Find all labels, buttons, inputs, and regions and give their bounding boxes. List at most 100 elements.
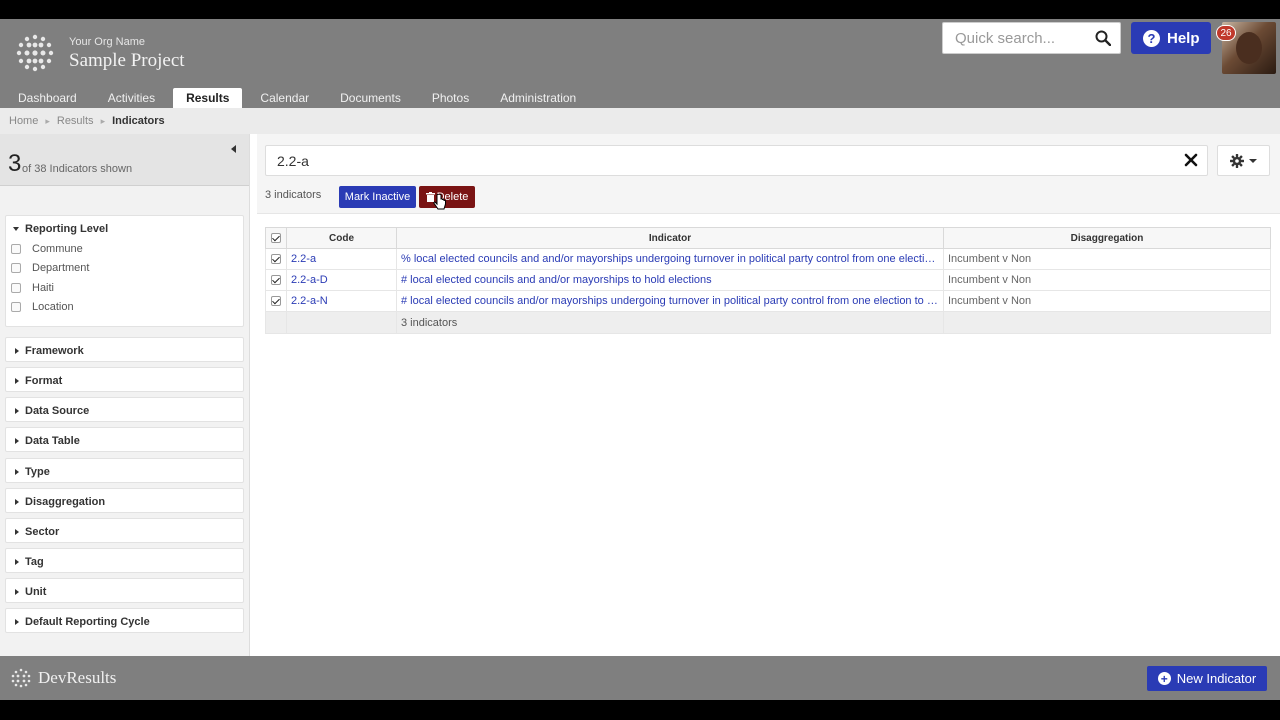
new-indicator-button[interactable]: + New Indicator <box>1147 666 1267 691</box>
checkbox[interactable] <box>11 282 21 293</box>
collapse-sidebar-icon[interactable] <box>231 145 236 153</box>
caret-right-icon <box>15 378 19 384</box>
main-nav: Dashboard Activities Results Calendar Do… <box>0 88 589 108</box>
checkbox[interactable] <box>11 263 21 274</box>
nav-administration[interactable]: Administration <box>487 88 589 108</box>
nav-photos[interactable]: Photos <box>419 88 482 108</box>
checkbox[interactable] <box>11 243 21 254</box>
caret-down-icon <box>13 227 19 231</box>
caret-right-icon <box>15 499 19 505</box>
facet-sector[interactable]: Sector <box>5 518 244 543</box>
indicator-count: 3 <box>8 150 22 177</box>
caret-right-icon <box>15 529 19 535</box>
facet-default-reporting-cycle[interactable]: Default Reporting Cycle <box>5 608 244 633</box>
breadcrumb: Home ▸ Results ▸ Indicators <box>0 108 1280 134</box>
filter-box <box>265 145 1208 176</box>
row-checkbox[interactable] <box>271 275 281 286</box>
caret-right-icon <box>15 438 19 444</box>
breadcrumb-separator-icon: ▸ <box>45 115 50 126</box>
filter-sidebar: 3 of 38 Indicators shown Reporting Level… <box>0 134 250 656</box>
caret-right-icon <box>15 559 19 565</box>
settings-dropdown-button[interactable] <box>1217 145 1270 176</box>
filter-input[interactable] <box>266 146 1166 175</box>
caret-right-icon <box>15 589 19 595</box>
cell-code[interactable]: 2.2-a <box>286 248 397 270</box>
help-button[interactable]: ? Help <box>1131 22 1211 54</box>
facet-data-table[interactable]: Data Table <box>5 427 244 452</box>
facet-type[interactable]: Type <box>5 458 244 483</box>
column-header-indicator[interactable]: Indicator <box>396 227 944 249</box>
select-all-checkbox-cell[interactable] <box>265 227 287 249</box>
table-footer-row: 3 indicators <box>265 311 1271 334</box>
facet-title[interactable]: Reporting Level <box>6 216 243 239</box>
facet-option-location[interactable]: Location <box>6 298 243 318</box>
caret-right-icon <box>15 348 19 354</box>
avatar-face <box>1236 32 1262 64</box>
search-icon[interactable] <box>1095 30 1111 46</box>
cell-indicator[interactable]: # local elected councils and/or mayorshi… <box>396 290 944 312</box>
column-header-code[interactable]: Code <box>286 227 397 249</box>
question-circle-icon: ? <box>1143 29 1160 47</box>
table-row[interactable]: 2.2-a % local elected councils and and/o… <box>265 248 1271 270</box>
new-indicator-label: New Indicator <box>1176 671 1257 686</box>
row-checkbox[interactable] <box>271 254 281 265</box>
table-row[interactable]: 2.2-a-N # local elected councils and/or … <box>265 290 1271 312</box>
devresults-brand: DevResults <box>38 668 117 687</box>
column-header-disaggregation[interactable]: Disaggregation <box>943 227 1271 249</box>
facet-data-source[interactable]: Data Source <box>5 397 244 422</box>
cell-disaggregation: Incumbent v Non <box>943 290 1271 312</box>
facet-option-haiti[interactable]: Haiti <box>6 278 243 298</box>
caret-right-icon <box>15 469 19 475</box>
bottom-bar: DevResults + New Indicator <box>0 656 1280 700</box>
main-content: 3 indicators Mark Inactive Delete Code I <box>257 134 1280 656</box>
gear-icon <box>1230 153 1244 168</box>
row-checkbox-cell[interactable] <box>265 269 287 291</box>
clear-filter-icon[interactable] <box>1184 153 1198 167</box>
hand-cursor-icon <box>433 194 446 210</box>
facet-tag[interactable]: Tag <box>5 548 244 573</box>
caret-down-icon <box>1249 158 1257 163</box>
app-frame: Your Org Name Sample Project ? Help 26 D… <box>0 19 1280 700</box>
globe-logo-icon[interactable] <box>14 32 56 74</box>
row-checkbox-cell[interactable] <box>265 248 287 270</box>
cell-disaggregation: Incumbent v Non <box>943 248 1271 270</box>
nav-results[interactable]: Results <box>173 88 243 108</box>
nav-calendar[interactable]: Calendar <box>247 88 322 108</box>
facet-unit[interactable]: Unit <box>5 578 244 603</box>
nav-documents[interactable]: Documents <box>327 88 414 108</box>
facet-option-commune[interactable]: Commune <box>6 239 243 259</box>
help-label: Help <box>1167 29 1200 47</box>
nav-dashboard[interactable]: Dashboard <box>5 88 90 108</box>
facet-format[interactable]: Format <box>5 367 244 392</box>
breadcrumb-home[interactable]: Home <box>9 115 38 127</box>
caret-right-icon <box>15 619 19 625</box>
mark-inactive-button[interactable]: Mark Inactive <box>339 186 416 208</box>
indicator-count-text: of 38 Indicators shown <box>22 163 133 175</box>
facet-option-department[interactable]: Department <box>6 259 243 279</box>
breadcrumb-current: Indicators <box>112 115 165 127</box>
org-name: Your Org Name <box>69 36 146 48</box>
table-row[interactable]: 2.2-a-D # local elected councils and and… <box>265 269 1271 291</box>
facet-framework[interactable]: Framework <box>5 337 244 362</box>
select-all-checkbox[interactable] <box>271 232 281 243</box>
table-header-row: Code Indicator Disaggregation <box>265 227 1271 249</box>
caret-right-icon <box>15 408 19 414</box>
checkbox[interactable] <box>11 302 21 313</box>
top-header: Your Org Name Sample Project ? Help 26 D… <box>0 19 1280 108</box>
project-name[interactable]: Sample Project <box>69 50 185 72</box>
nav-activities[interactable]: Activities <box>95 88 168 108</box>
cell-disaggregation: Incumbent v Non <box>943 269 1271 291</box>
cell-indicator[interactable]: # local elected councils and and/or mayo… <box>396 269 944 291</box>
cell-code[interactable]: 2.2-a-D <box>286 269 397 291</box>
notification-badge[interactable]: 26 <box>1216 25 1236 41</box>
facet-disaggregation[interactable]: Disaggregation <box>5 488 244 513</box>
result-count: 3 indicators <box>265 189 322 201</box>
quick-search-input[interactable] <box>943 23 1088 53</box>
delete-button[interactable]: Delete <box>419 186 475 208</box>
cell-indicator[interactable]: % local elected councils and and/or mayo… <box>396 248 944 270</box>
breadcrumb-results[interactable]: Results <box>57 115 94 127</box>
devresults-logo-icon <box>11 668 31 688</box>
cell-code[interactable]: 2.2-a-N <box>286 290 397 312</box>
row-checkbox-cell[interactable] <box>265 290 287 312</box>
row-checkbox[interactable] <box>271 296 281 307</box>
